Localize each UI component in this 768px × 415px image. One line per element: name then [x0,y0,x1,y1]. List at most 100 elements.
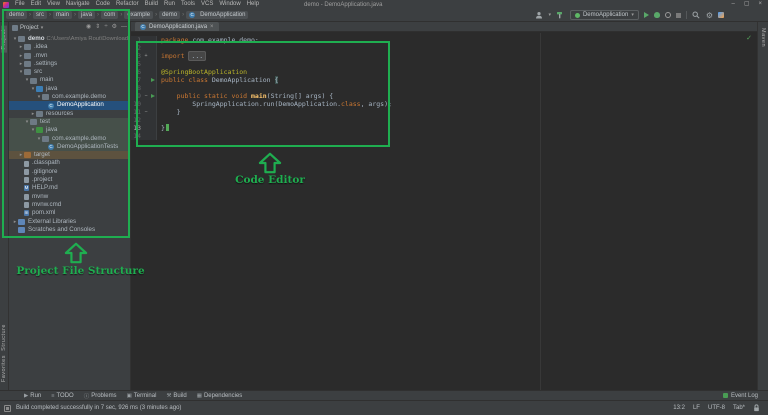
code-line[interactable]: 5 [131,60,757,68]
breadcrumb-item[interactable]: C DemoApplication [186,11,249,19]
tree-item-demoapplication[interactable]: C DemoApplication [9,101,130,110]
tree-item--idea[interactable]: ▸ .idea [9,43,130,51]
tree-item-scratches-and-consoles[interactable]: Scratches and Consoles [9,226,130,234]
tool-stripe-favorites[interactable]: Favorites [1,355,7,382]
tool-stripe-project[interactable]: Project [1,26,7,53]
code-line[interactable]: 10 SpringApplication.run(DemoApplication… [131,100,757,108]
chevron-down-icon[interactable]: ▾ [548,12,551,18]
menu-view[interactable]: View [44,0,63,9]
hide-icon[interactable]: — [121,22,127,33]
maximize-button[interactable]: ▢ [744,0,750,9]
tree-item-demo[interactable]: ▾demo C:\Users\Amiya Rout\Downloads\demo [9,35,130,43]
code-line[interactable]: 7 public class DemoApplication { [131,76,757,84]
tree-item--project[interactable]: .project [9,176,130,184]
code-line[interactable]: 9− public static void main(String[] args… [131,92,757,100]
tree-item-external-libraries[interactable]: ▸ External Libraries [9,218,130,226]
tool-tab-problems[interactable]: ⓘ Problems [84,392,117,400]
breadcrumb-item[interactable]: demo [159,11,181,19]
user-icon[interactable] [534,11,543,20]
tree-item--classpath[interactable]: .classpath [9,159,130,167]
tool-tab-run[interactable]: ▶ Run [24,392,41,400]
menu-code[interactable]: Code [93,0,113,9]
tree-item-java[interactable]: ▾ java [9,85,130,93]
tree-item-com-example-demo[interactable]: ▾ com.example.demo [9,93,130,101]
tool-windows-toggle-icon[interactable] [4,404,11,412]
debug-button[interactable] [653,12,660,18]
tool-stripe-structure[interactable]: Structure [1,324,7,351]
code-line[interactable]: 12 [131,116,757,124]
menu-tools[interactable]: Tools [178,0,198,9]
code-line[interactable]: 8 [131,84,757,92]
close-tab-icon[interactable]: × [210,24,214,30]
collapse-icon[interactable]: ÷ [104,22,107,33]
settings-icon[interactable]: ⚙ [112,22,117,33]
breadcrumb-item[interactable]: demo [6,11,28,19]
breadcrumb-item[interactable]: example [124,11,154,19]
run-gutter-icon[interactable] [149,76,157,84]
breadcrumb-item[interactable]: main [53,11,73,19]
tool-tab-event-log[interactable]: Event Log [722,393,768,399]
tool-tab-build[interactable]: ⚒ Build [166,392,186,400]
tree-item-demoapplicationtests[interactable]: C DemoApplicationTests [9,142,130,152]
tool-stripe-maven[interactable]: Maven [760,28,766,47]
tree-item-pom-xml[interactable]: m pom.xml [9,209,130,217]
menu-window[interactable]: Window [216,0,243,9]
build-hammer-icon[interactable] [556,11,565,20]
run-gutter-icon[interactable] [149,92,157,100]
code-line[interactable]: 6 @SpringBootApplication [131,68,757,76]
tree-item-mvnw[interactable]: mvnw [9,193,130,201]
tool-tab-terminal[interactable]: ▣ Terminal [127,392,157,400]
tree-item-help-md[interactable]: M HELP.md [9,184,130,192]
expand-icon[interactable]: ⇕ [95,22,100,33]
tree-item-src[interactable]: ▾ src [9,68,130,76]
code-line[interactable]: 11− } [131,108,757,116]
menu-file[interactable]: File [12,0,28,9]
code-line[interactable]: 3 + import ... [131,51,757,61]
encoding-widget[interactable]: UTF-8 [708,405,725,411]
run-configuration-select[interactable]: DemoApplication ▾ [569,10,639,20]
tree-item-com-example-demo[interactable]: ▾ com.example.demo [9,134,130,143]
tree-item-mvnw-cmd[interactable]: mvnw.cmd [9,201,130,209]
close-button[interactable]: × [758,0,762,9]
tree-item--settings[interactable]: ▸ .settings [9,60,130,68]
code-area[interactable]: 1 package com.example.demo; 2 3 + import ... 5… [131,36,757,140]
run-button[interactable] [643,12,649,18]
tree-item-target[interactable]: ▸ target [9,151,130,160]
locate-icon[interactable]: ◉ [86,22,91,33]
line-ending-widget[interactable]: LF [693,405,700,411]
project-view-selector[interactable]: Project ▾ [12,24,43,31]
indent-widget[interactable]: Tab* [733,405,745,411]
caret-position[interactable]: 13:2 [673,405,685,411]
menu-run[interactable]: Run [161,0,178,9]
stop-button[interactable] [675,12,681,18]
search-icon[interactable] [692,11,701,20]
settings-gear-icon[interactable]: ⚙ [706,11,713,20]
tool-tab-dependencies[interactable]: ▦ Dependencies [197,392,243,400]
menu-edit[interactable]: Edit [28,0,44,9]
code-line[interactable]: 2 [131,44,757,52]
lock-icon[interactable] [753,404,760,412]
coverage-button[interactable] [664,12,671,18]
editor-tab[interactable]: C DemoApplication.java × [135,22,219,31]
tree-item-java[interactable]: ▾ java [9,126,130,135]
tree-item-test[interactable]: ▾ test [9,117,130,127]
menu-build[interactable]: Build [142,0,161,9]
status-message[interactable]: Build completed successfully in 7 sec, 9… [16,405,181,411]
code-line[interactable]: 13} [131,124,757,132]
tree-item-main[interactable]: ▾ main [9,76,130,84]
breadcrumb-item[interactable]: java [78,11,96,19]
minimize-button[interactable]: – [731,0,734,9]
menu-refactor[interactable]: Refactor [113,0,142,9]
plugins-icon[interactable] [718,12,724,18]
tree-item--gitignore[interactable]: .gitignore [9,168,130,176]
code-line[interactable]: 1 package com.example.demo; [131,36,757,44]
tool-tab-todo[interactable]: ≡ TODO [51,392,73,400]
tree-item-resources[interactable]: ▸ resources [9,110,130,118]
breadcrumb-item[interactable]: com [101,11,119,19]
menu-help[interactable]: Help [244,0,262,9]
menu-vcs[interactable]: VCS [198,0,216,9]
breadcrumb-item[interactable]: src [33,11,48,19]
menu-navigate[interactable]: Navigate [63,0,93,9]
code-line[interactable]: 14 [131,132,757,140]
tree-item--mvn[interactable]: ▸ .mvn [9,52,130,60]
